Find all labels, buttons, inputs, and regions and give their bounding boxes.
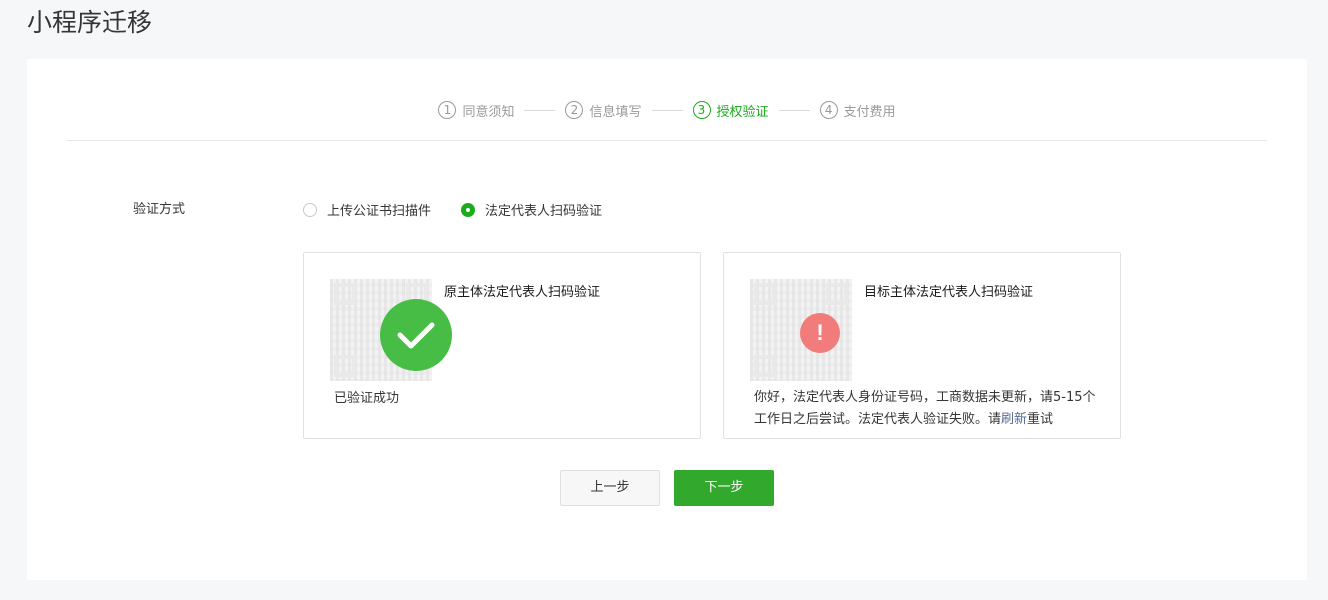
step-number-4: 4: [819, 101, 838, 119]
step-1: 1 同意须知: [438, 101, 514, 120]
step-2: 2 信息填写: [565, 101, 642, 120]
target-box-title: 目标主体法定代表人扫码验证: [864, 285, 1034, 300]
qr-finder-pattern: [754, 355, 776, 377]
step-3-current: 3 授权验证: [692, 101, 769, 120]
target-entity-verify-box: ! 目标主体法定代表人扫码验证 你好，法定代表人身份证号码，工商数据未更新，请5…: [723, 252, 1121, 439]
qr-code: !: [750, 279, 852, 381]
radio-label: 法定代表人扫码验证: [485, 204, 603, 219]
verification-method-label: 验证方式: [133, 202, 186, 217]
check-icon: [380, 299, 452, 371]
qr-finder-pattern: [826, 283, 848, 305]
steps-divider: [67, 140, 1267, 141]
radio-unchecked-icon[interactable]: [303, 202, 317, 217]
qr-finder-pattern: [334, 283, 356, 305]
step-label-1: 同意须知: [462, 104, 515, 120]
previous-step-button[interactable]: 上一步: [560, 470, 660, 506]
step-label-2: 信息填写: [589, 104, 642, 120]
refresh-link[interactable]: 刷新: [1001, 412, 1027, 427]
error-message-suffix: 重试: [1027, 412, 1054, 427]
radio-legal-rep-scan[interactable]: 法定代表人扫码验证: [461, 200, 602, 219]
step-label-3: 授权验证: [716, 104, 769, 120]
step-4: 4 支付费用: [819, 101, 896, 120]
step-indicator: 1 同意须知 2 信息填写 3 授权验证 4 支付费用: [27, 99, 1307, 121]
qr-finder-pattern: [754, 283, 776, 305]
original-box-title: 原主体法定代表人扫码验证: [444, 285, 601, 300]
step-number-3: 3: [692, 101, 711, 119]
step-number-2: 2: [565, 101, 584, 119]
verification-method-radio-group: 上传公证书扫描件 法定代表人扫码验证: [303, 200, 632, 219]
original-box-status: 已验证成功: [334, 391, 400, 406]
step-connector: [778, 109, 810, 111]
page-title: 小程序迁移: [27, 8, 153, 37]
radio-upload-notarization[interactable]: 上传公证书扫描件: [303, 200, 431, 219]
step-connector: [651, 109, 683, 111]
qr-finder-pattern: [334, 355, 356, 377]
step-connector: [524, 109, 556, 111]
step-number-1: 1: [438, 101, 457, 119]
main-card: 1 同意须知 2 信息填写 3 授权验证 4 支付费用 验证方式 上传公证书扫描…: [27, 59, 1307, 580]
target-box-message: 你好，法定代表人身份证号码，工商数据未更新，请5-15个工作日之后尝试。法定代表…: [754, 387, 1102, 431]
exclamation-icon: !: [800, 313, 840, 353]
radio-label: 上传公证书扫描件: [327, 204, 432, 219]
radio-checked-icon[interactable]: [461, 202, 476, 217]
qr-code: [330, 279, 452, 381]
next-step-button[interactable]: 下一步: [674, 470, 774, 506]
original-entity-verify-box: 原主体法定代表人扫码验证 已验证成功: [303, 252, 701, 439]
step-label-4: 支付费用: [843, 104, 896, 120]
